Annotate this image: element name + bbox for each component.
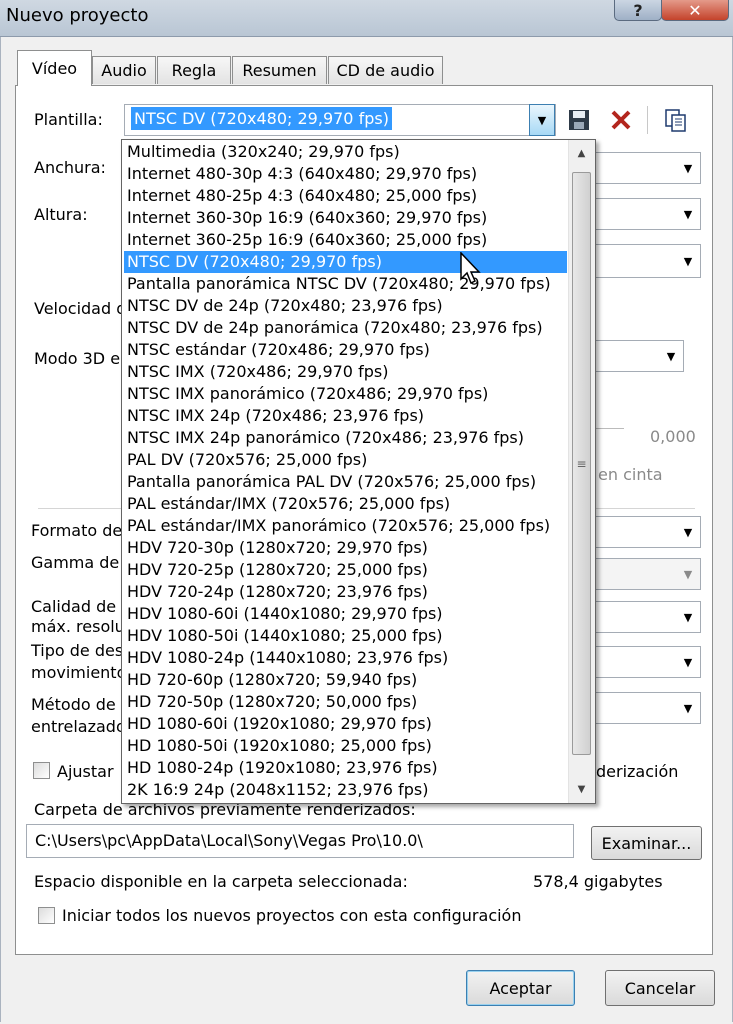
pixel-format-label: Formato de: [31, 521, 123, 540]
dropdown-item[interactable]: HDV 720-25p (1280x720; 25,000 fps): [124, 559, 567, 581]
dropdown-item[interactable]: HD 720-50p (1280x720; 50,000 fps): [124, 691, 567, 713]
dropdown-item[interactable]: PAL estándar/IMX (720x576; 25,000 fps): [124, 493, 567, 515]
chevron-down-icon: ▼: [683, 207, 693, 221]
chevron-down-icon: ▼: [683, 701, 693, 715]
tab-cd-audio[interactable]: CD de audio: [328, 56, 443, 84]
chevron-down-icon: ▼: [683, 161, 693, 175]
dropdown-item[interactable]: HDV 720-30p (1280x720; 29,970 fps): [124, 537, 567, 559]
template-selected: NTSC DV (720x480; 29,970 fps): [131, 107, 392, 130]
free-space-label: Espacio disponible en la carpeta selecci…: [34, 872, 408, 891]
dropdown-item[interactable]: Pantalla panorámica NTSC DV (720x480; 29…: [124, 273, 567, 295]
dropdown-item[interactable]: NTSC IMX 24p (720x486; 23,976 fps): [124, 405, 567, 427]
dropdown-item[interactable]: HDV 1080-50i (1440x1080; 25,000 fps): [124, 625, 567, 647]
chevron-down-icon: ▼: [666, 349, 676, 363]
scroll-thumb[interactable]: ≡: [572, 172, 591, 755]
mouse-cursor-icon: [460, 251, 482, 290]
slider-value: 0,000: [650, 427, 696, 446]
chevron-down-icon: ▼: [683, 525, 693, 539]
dropdown-item[interactable]: Multimedia (320x240; 29,970 fps): [124, 141, 567, 163]
dropdown-item[interactable]: Internet 480-25p 4:3 (640x480; 25,000 fp…: [124, 185, 567, 207]
adjust-label-end: derización: [596, 762, 679, 781]
tab-regla[interactable]: Regla: [157, 56, 231, 84]
init-all-checkbox[interactable]: [38, 907, 55, 924]
dropdown-item[interactable]: NTSC DV de 24p (720x480; 23,976 fps): [124, 295, 567, 317]
dropdown-item[interactable]: Internet 360-25p 16:9 (640x360; 25,000 f…: [124, 229, 567, 251]
accept-button[interactable]: Aceptar: [466, 970, 575, 1006]
dropdown-item[interactable]: HDV 1080-24p (1440x1080; 23,976 fps): [124, 647, 567, 669]
template-label: Plantilla:: [34, 110, 103, 129]
tab-resumen[interactable]: Resumen: [232, 56, 327, 84]
gamma-label: Gamma de: [31, 553, 120, 572]
dropdown-item[interactable]: HD 1080-50i (1920x1080; 25,000 fps): [124, 735, 567, 757]
chevron-down-icon: ▼: [683, 567, 693, 581]
width-label: Anchura:: [34, 158, 106, 177]
scroll-up-icon[interactable]: ▲: [570, 142, 593, 164]
tape-text: en cinta: [598, 465, 663, 484]
3d-mode-label: Modo 3D e: [34, 349, 121, 368]
framerate-label: Velocidad d: [34, 299, 127, 318]
tab-audio[interactable]: Audio: [92, 56, 156, 84]
adjust-label: Ajustar: [57, 762, 114, 781]
dropdown-item[interactable]: PAL DV (720x576; 25,000 fps): [124, 449, 567, 471]
motion-blur-label-2: movimiento: [31, 663, 127, 682]
copy-icon[interactable]: [660, 104, 690, 136]
prerender-folder-input[interactable]: C:\Users\pc\AppData\Local\Sony\Vegas Pro…: [26, 824, 574, 858]
window-title: Nuevo proyecto: [6, 5, 149, 26]
slider-track[interactable]: [596, 428, 624, 429]
delete-icon[interactable]: [606, 104, 636, 136]
height-label: Altura:: [34, 205, 88, 224]
grip-icon: ≡: [576, 456, 587, 471]
motion-blur-label: Tipo de des: [31, 641, 124, 660]
chevron-down-icon: ▼: [683, 655, 693, 669]
deinterlace-label: Método de: [31, 695, 116, 714]
render-quality-label-2: máx. resolu: [31, 617, 125, 636]
chevron-down-icon: ▼: [683, 254, 693, 268]
template-dropdown-button[interactable]: ▼: [529, 104, 555, 136]
dropdown-scrollbar[interactable]: ▲ ≡ ▼: [568, 140, 595, 803]
dropdown-item[interactable]: HDV 1080-60i (1440x1080; 29,970 fps): [124, 603, 567, 625]
dropdown-item[interactable]: Internet 480-30p 4:3 (640x480; 29,970 fp…: [124, 163, 567, 185]
init-all-label: Iniciar todos los nuevos proyectos con e…: [62, 906, 522, 925]
dropdown-item[interactable]: NTSC estándar (720x486; 29,970 fps): [124, 339, 567, 361]
dropdown-item[interactable]: HD 720-60p (1280x720; 59,940 fps): [124, 669, 567, 691]
template-dropdown-list[interactable]: ▲ ≡ ▼ Multimedia (320x240; 29,970 fps) In…: [121, 139, 596, 804]
dropdown-item[interactable]: HD 1080-60i (1920x1080; 29,970 fps): [124, 713, 567, 735]
dropdown-item[interactable]: Internet 360-30p 16:9 (640x360; 29,970 f…: [124, 207, 567, 229]
help-button[interactable]: ?: [614, 0, 662, 21]
save-icon[interactable]: [564, 104, 594, 136]
close-button[interactable]: ✕: [661, 0, 729, 21]
dropdown-item[interactable]: 2K 16:9 24p (2048x1152; 23,976 fps): [124, 779, 567, 801]
free-space-value: 578,4 gigabytes: [533, 872, 663, 891]
dropdown-item[interactable]: NTSC IMX (720x486; 29,970 fps): [124, 361, 567, 383]
dropdown-item[interactable]: PAL estándar/IMX panorámico (720x576; 25…: [124, 515, 567, 537]
dropdown-item[interactable]: NTSC DV de 24p panorámica (720x480; 23,9…: [124, 317, 567, 339]
tab-video[interactable]: Vídeo: [17, 50, 92, 86]
adjust-checkbox[interactable]: [33, 762, 50, 779]
dropdown-item[interactable]: NTSC DV (720x480; 29,970 fps): [124, 251, 567, 273]
chevron-down-icon: ▼: [537, 113, 547, 127]
dropdown-item[interactable]: NTSC IMX 24p panorámico (720x486; 23,976…: [124, 427, 567, 449]
dropdown-item[interactable]: Pantalla panorámica PAL DV (720x576; 25,…: [124, 471, 567, 493]
toolbar-separator: [647, 106, 648, 134]
browse-button[interactable]: Examinar...: [591, 826, 702, 860]
dropdown-item[interactable]: HD 1080-24p (1920x1080; 23,976 fps): [124, 757, 567, 779]
render-quality-label: Calidad de: [31, 597, 117, 616]
deinterlace-label-2: entrelazado: [31, 717, 126, 736]
chevron-down-icon: ▼: [683, 610, 693, 624]
scroll-down-icon[interactable]: ▼: [570, 778, 593, 800]
dropdown-item[interactable]: NTSC IMX panorámico (720x486; 29,970 fps…: [124, 383, 567, 405]
cancel-button[interactable]: Cancelar: [605, 970, 715, 1006]
dropdown-item[interactable]: HDV 720-24p (1280x720; 23,976 fps): [124, 581, 567, 603]
